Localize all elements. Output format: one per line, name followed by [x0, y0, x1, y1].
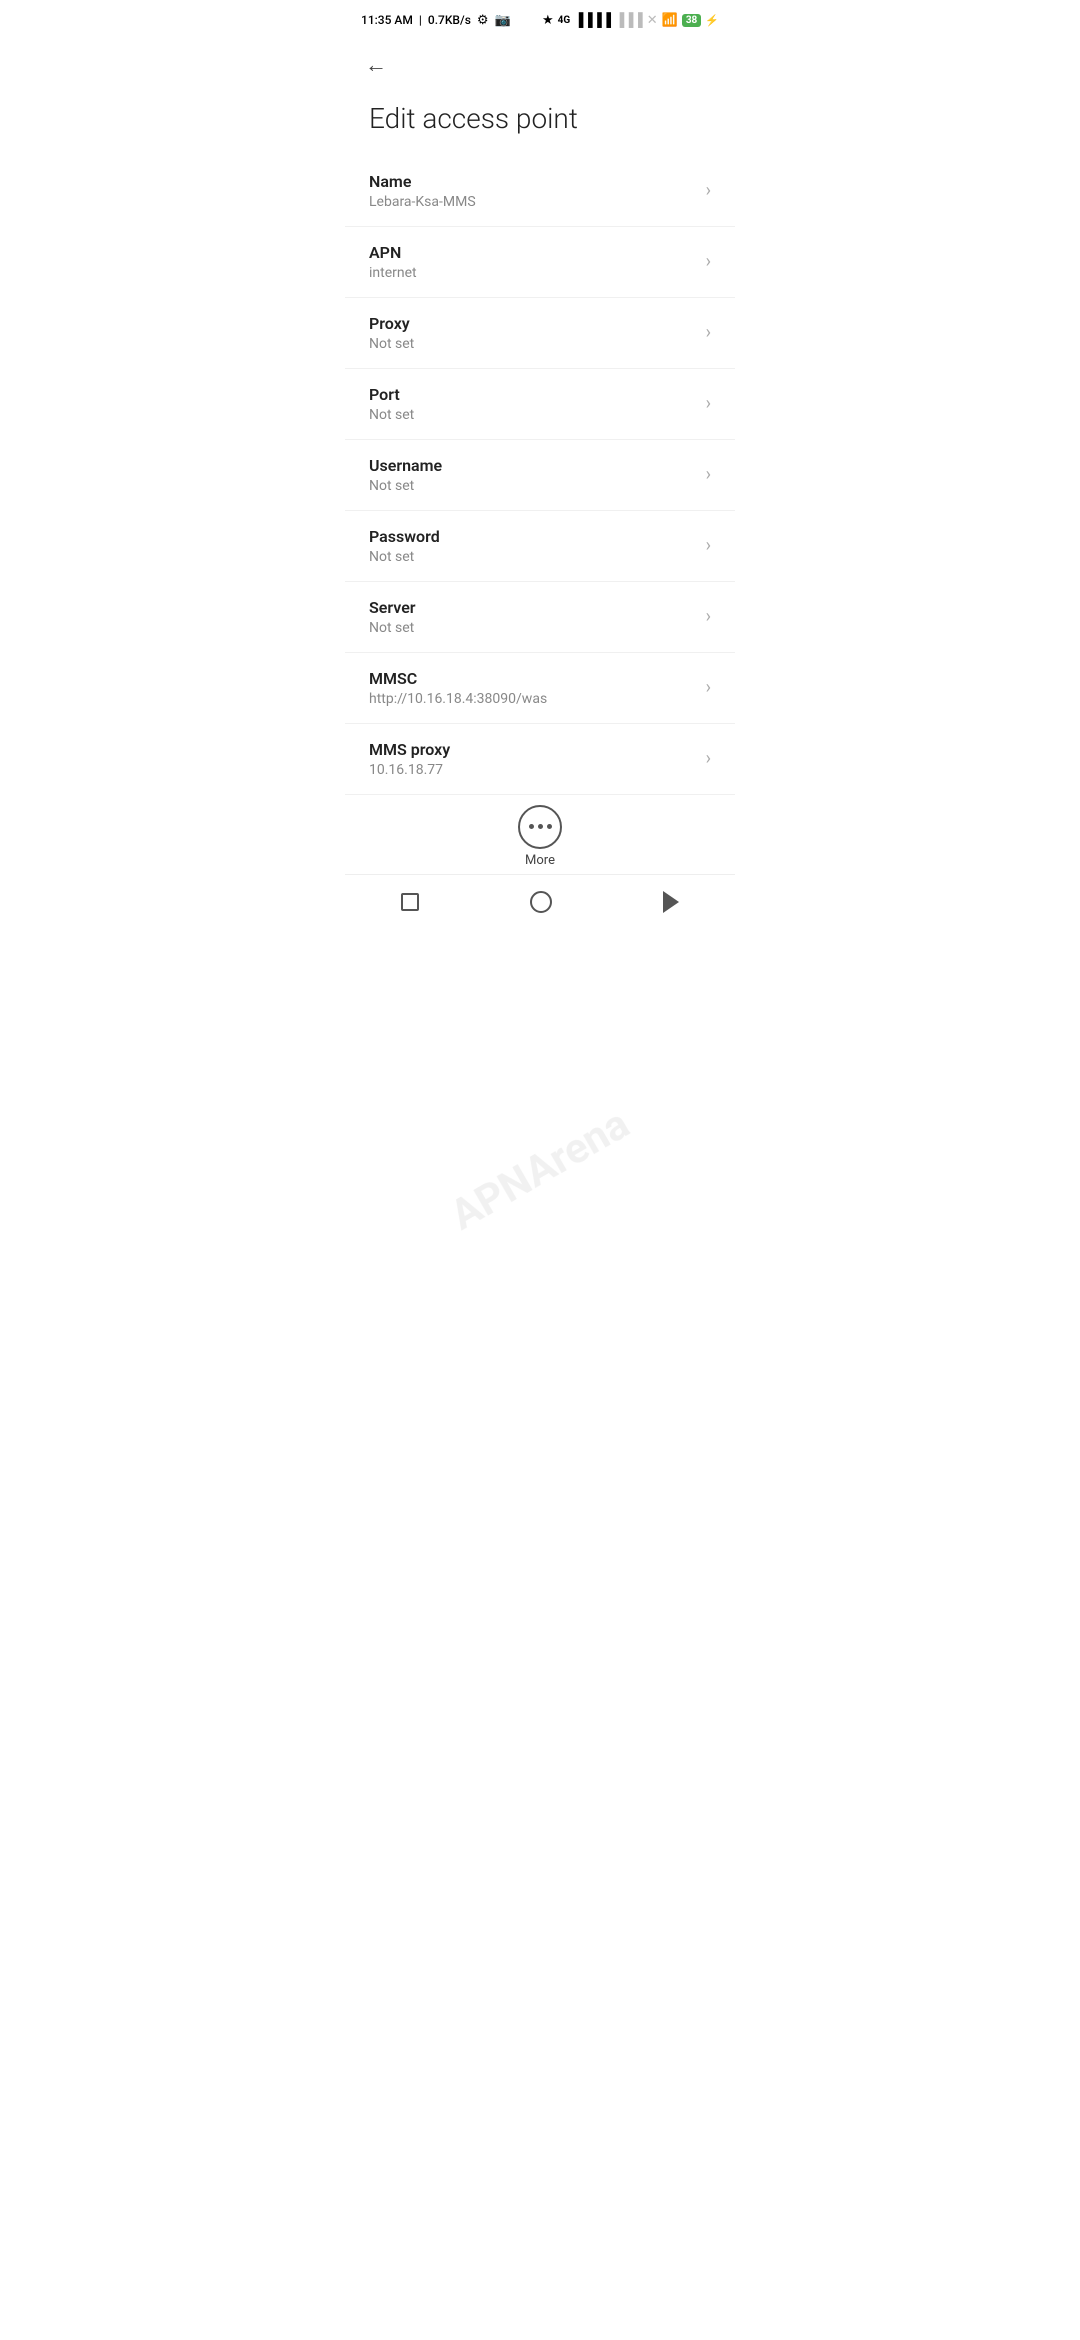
status-right: ★ 4G ▐▐▐▐ ▐▐▐ ✕ 📶 38 ⚡ [542, 12, 719, 28]
settings-item-label: Password [369, 527, 698, 546]
settings-item-value: Lebara-Ksa-MMS [369, 194, 698, 210]
settings-item-username[interactable]: Username Not set › [345, 440, 735, 511]
back-nav-button[interactable] [635, 887, 707, 917]
settings-item-label: Server [369, 598, 698, 617]
chevron-right-icon: › [706, 393, 711, 414]
settings-list: Name Lebara-Ksa-MMS › APN internet › Pro… [345, 156, 735, 794]
settings-item-label: Name [369, 172, 698, 191]
settings-item-port[interactable]: Port Not set › [345, 369, 735, 440]
more-label: More [525, 853, 555, 868]
settings-item-content: Name Lebara-Ksa-MMS [369, 172, 698, 210]
settings-item-value: 10.16.18.77 [369, 762, 698, 778]
settings-item-value: http://10.16.18.4:38090/was [369, 691, 698, 707]
settings-item-content: MMSC http://10.16.18.4:38090/was [369, 669, 698, 707]
settings-item-content: Port Not set [369, 385, 698, 423]
more-icon[interactable] [518, 805, 562, 849]
status-bar: 11:35 AM | 0.7KB/s ⚙ 📷 ★ 4G ▐▐▐▐ ▐▐▐ ✕ 📶… [345, 0, 735, 36]
wifi-icon: 📶 [662, 13, 678, 28]
chevron-right-icon: › [706, 180, 711, 201]
settings-item-password[interactable]: Password Not set › [345, 511, 735, 582]
wifi-cross-icon: ✕ [647, 13, 658, 28]
chevron-right-icon: › [706, 464, 711, 485]
settings-item-content: Username Not set [369, 456, 698, 494]
settings-item-label: MMSC [369, 669, 698, 688]
home-button[interactable] [502, 887, 580, 917]
settings-item-value: Not set [369, 336, 698, 352]
camera-icon: 📷 [495, 13, 511, 28]
settings-item-content: APN internet [369, 243, 698, 281]
settings-item-label: MMS proxy [369, 740, 698, 759]
more-dots [529, 824, 552, 829]
settings-item-value: Not set [369, 478, 698, 494]
dot-2 [538, 824, 543, 829]
recents-icon [401, 893, 419, 911]
signal-icon: ▐▐▐▐ [574, 12, 611, 28]
more-section[interactable]: More [345, 794, 735, 874]
settings-item-server[interactable]: Server Not set › [345, 582, 735, 653]
divider: | [419, 13, 422, 27]
chevron-right-icon: › [706, 606, 711, 627]
chevron-right-icon: › [706, 251, 711, 272]
bluetooth-icon: ★ [542, 13, 554, 28]
settings-item-content: Server Not set [369, 598, 698, 636]
battery-indicator: 38 [682, 14, 701, 27]
settings-item-content: Proxy Not set [369, 314, 698, 352]
back-nav-icon [663, 891, 679, 913]
watermark: APNArena [389, 1069, 691, 1271]
nav-bar [345, 874, 735, 933]
settings-item-value: internet [369, 265, 698, 281]
settings-item-mmsc[interactable]: MMSC http://10.16.18.4:38090/was › [345, 653, 735, 724]
settings-item-value: Not set [369, 620, 698, 636]
settings-item-value: Not set [369, 407, 698, 423]
settings-item-proxy[interactable]: Proxy Not set › [345, 298, 735, 369]
settings-item-label: Port [369, 385, 698, 404]
page-title: Edit access point [345, 90, 735, 156]
settings-item-label: Username [369, 456, 698, 475]
time-text: 11:35 AM [361, 13, 413, 27]
chevron-right-icon: › [706, 322, 711, 343]
settings-item-content: MMS proxy 10.16.18.77 [369, 740, 698, 778]
settings-item-label: APN [369, 243, 698, 262]
settings-item-name[interactable]: Name Lebara-Ksa-MMS › [345, 156, 735, 227]
settings-item-mms-proxy[interactable]: MMS proxy 10.16.18.77 › [345, 724, 735, 794]
settings-item-value: Not set [369, 549, 698, 565]
recents-button[interactable] [373, 889, 447, 915]
dot-3 [547, 824, 552, 829]
status-left: 11:35 AM | 0.7KB/s ⚙ 📷 [361, 13, 511, 28]
lightning-icon: ⚡ [705, 14, 719, 27]
signal2-icon: ▐▐▐ [615, 12, 643, 28]
settings-item-apn[interactable]: APN internet › [345, 227, 735, 298]
dot-1 [529, 824, 534, 829]
network-speed: 0.7KB/s [428, 13, 471, 27]
home-icon [530, 891, 552, 913]
back-button[interactable]: ← [361, 48, 391, 82]
toolbar: ← [345, 36, 735, 90]
chevron-right-icon: › [706, 535, 711, 556]
settings-item-content: Password Not set [369, 527, 698, 565]
settings-icon: ⚙ [477, 13, 489, 28]
chevron-right-icon: › [706, 677, 711, 698]
network-4g-icon: 4G [558, 15, 571, 26]
settings-item-label: Proxy [369, 314, 698, 333]
chevron-right-icon: › [706, 748, 711, 769]
